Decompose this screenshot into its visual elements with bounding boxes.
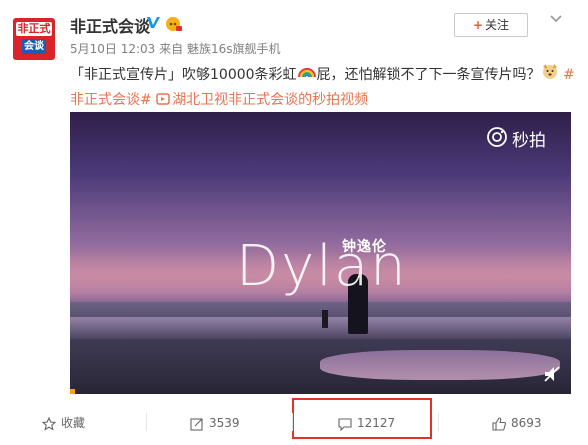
repost-count: 3539 bbox=[209, 416, 240, 430]
account-avatar[interactable]: 非正式 会谈 bbox=[13, 18, 55, 60]
star-icon bbox=[41, 416, 57, 431]
video-sea bbox=[70, 302, 571, 394]
post-source[interactable]: 魅族16s旗舰手机 bbox=[187, 42, 281, 56]
like-button[interactable]: 8693 bbox=[492, 414, 542, 432]
hashtag-link[interactable]: 非正式会谈# bbox=[70, 92, 152, 108]
video-title-chinese: 钟逸伦 bbox=[342, 239, 387, 255]
video-post-silhouette bbox=[322, 310, 328, 328]
post-text-part1: 「非正式宣传片」吹够10000条彩虹 bbox=[70, 67, 297, 83]
post-text-part2: 屁，还怕解锁不了下一条宣传片吗？ bbox=[316, 67, 541, 83]
video-link-icon bbox=[156, 93, 170, 105]
comment-button[interactable]: 12127 bbox=[338, 414, 395, 432]
video-tide-pool bbox=[320, 350, 560, 380]
post-meta: 5月10日 12:03 来自 魅族16s旗舰手机 bbox=[70, 40, 281, 57]
video-shore bbox=[70, 317, 571, 339]
plus-icon: + bbox=[472, 18, 484, 32]
miaopai-logo-icon bbox=[487, 127, 507, 147]
mute-icon[interactable] bbox=[543, 365, 561, 383]
comment-count: 12127 bbox=[357, 416, 396, 430]
video-link-text: 湖北卫视非正式会谈的秒拍视频 bbox=[172, 92, 369, 108]
thumbs-up-icon bbox=[492, 416, 507, 431]
action-divider bbox=[146, 413, 147, 431]
miaopai-label: 秒拍 bbox=[512, 131, 546, 151]
action-divider bbox=[292, 413, 293, 431]
avatar-text-top: 非正式 bbox=[16, 22, 52, 36]
like-count: 8693 bbox=[511, 416, 542, 430]
action-divider bbox=[438, 413, 439, 431]
video-player[interactable]: Dylan 钟逸伦 秒拍 bbox=[70, 112, 571, 394]
rainbow-emoji-icon bbox=[297, 63, 317, 87]
video-progress-bar[interactable] bbox=[70, 389, 75, 394]
favorite-button[interactable]: 收藏 bbox=[41, 414, 86, 432]
favorite-label: 收藏 bbox=[61, 416, 86, 430]
vip-crown-icon[interactable] bbox=[163, 14, 183, 32]
repost-icon bbox=[190, 417, 203, 431]
chevron-down-icon[interactable] bbox=[547, 11, 565, 29]
post-text: 「非正式宣传片」吹够10000条彩虹 屁，还怕解锁不了下一条宣传片吗？ # 非正式… bbox=[70, 62, 580, 112]
account-name[interactable]: 非正式会谈 bbox=[70, 13, 150, 37]
follow-label: 关注 bbox=[485, 18, 510, 32]
dog-emoji-icon bbox=[541, 62, 559, 88]
comment-icon bbox=[338, 417, 352, 431]
source-prefix: 来自 bbox=[159, 42, 184, 56]
video-link[interactable]: 湖北卫视非正式会谈的秒拍视频 bbox=[156, 92, 368, 108]
repost-button[interactable]: 3539 bbox=[190, 414, 240, 432]
post-date[interactable]: 5月10日 12:03 bbox=[70, 42, 155, 56]
follow-button[interactable]: + 关注 bbox=[454, 13, 528, 37]
verified-icon bbox=[146, 15, 161, 30]
avatar-text-bottom: 会谈 bbox=[22, 39, 46, 54]
miaopai-watermark: 秒拍 bbox=[486, 126, 546, 153]
hashtag-open[interactable]: # bbox=[563, 67, 575, 83]
